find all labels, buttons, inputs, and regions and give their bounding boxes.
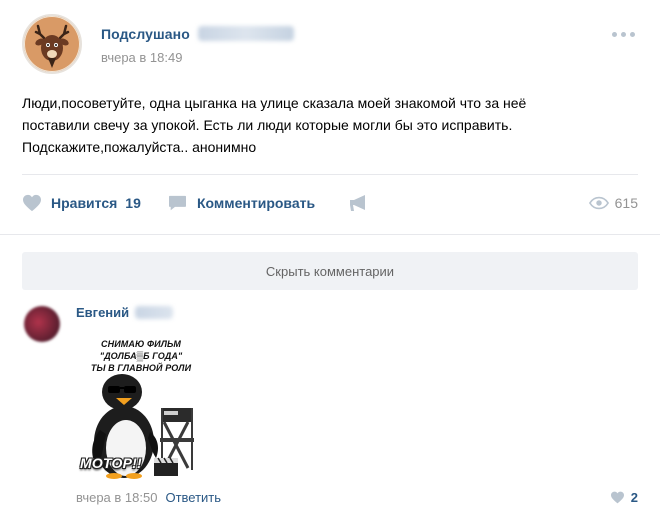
avatar[interactable]	[24, 306, 60, 342]
author-name-blurred	[198, 26, 294, 41]
comment-button[interactable]: Комментировать	[168, 190, 315, 216]
like-label: Нравится	[51, 195, 118, 211]
hide-comments-label: Скрыть комментарии	[265, 263, 395, 279]
group-avatar[interactable]	[22, 14, 82, 74]
post-author[interactable]: Подслушано	[101, 26, 190, 42]
post-actions: Нравится 19 Комментировать 615	[22, 190, 638, 216]
divider	[22, 174, 638, 175]
hide-comments-button[interactable]: Скрыть комментарии	[22, 252, 638, 290]
comment-icon	[169, 195, 186, 210]
eye-icon	[588, 196, 609, 210]
reply-button[interactable]: Ответить	[165, 490, 221, 505]
post-header: Подслушано вчера в 18:49	[22, 14, 640, 76]
post-text: Люди,посоветуйте, одна цыганка на улице …	[22, 92, 622, 158]
like-button[interactable]: Нравится 19	[22, 190, 141, 216]
heart-icon	[610, 491, 624, 504]
deer-icon	[24, 16, 80, 72]
meme-caption: МОТОР!!	[80, 455, 142, 471]
heart-icon	[23, 194, 41, 212]
megaphone-icon	[350, 195, 365, 211]
post-text-line: Люди,посоветуйте, одна цыганка на улице …	[22, 95, 527, 111]
comment-meme-image[interactable]: СНИМАЮ ФИЛЬМ "ДОЛБА▒Б ГОДА" ТЫ В ГЛАВНОЙ…	[76, 332, 206, 480]
more-options-icon[interactable]	[612, 32, 638, 40]
views-count: 615	[614, 195, 638, 211]
post-time[interactable]: вчера в 18:49	[101, 50, 182, 65]
clapperboard-icon	[154, 457, 178, 476]
divider	[0, 234, 660, 235]
post-text-line: Подскажите,пожалуйста.. анонимно	[22, 139, 257, 155]
comment-author-blurred	[135, 306, 173, 319]
comment-label: Комментировать	[197, 195, 316, 211]
comment-like-button[interactable]: 2	[610, 490, 638, 505]
comment-like-count: 2	[630, 490, 638, 505]
comment-item: Евгений СНИМАЮ ФИЛЬМ "ДОЛБА▒Б ГОДА" ТЫ В…	[22, 300, 638, 512]
share-button[interactable]	[348, 193, 370, 213]
post-text-line: поставили свечу за упокой. Есть ли люди …	[22, 117, 513, 133]
like-count: 19	[125, 195, 141, 211]
comment-footer: вчера в 18:50 Ответить	[76, 490, 221, 505]
comment-author[interactable]: Евгений	[76, 305, 129, 320]
meme-text-line: СНИМАЮ ФИЛЬМ	[101, 339, 181, 349]
comment-time[interactable]: вчера в 18:50	[76, 490, 157, 505]
meme-text-line: "ДОЛБА▒Б ГОДА"	[99, 351, 183, 361]
views-counter: 615	[588, 190, 638, 216]
